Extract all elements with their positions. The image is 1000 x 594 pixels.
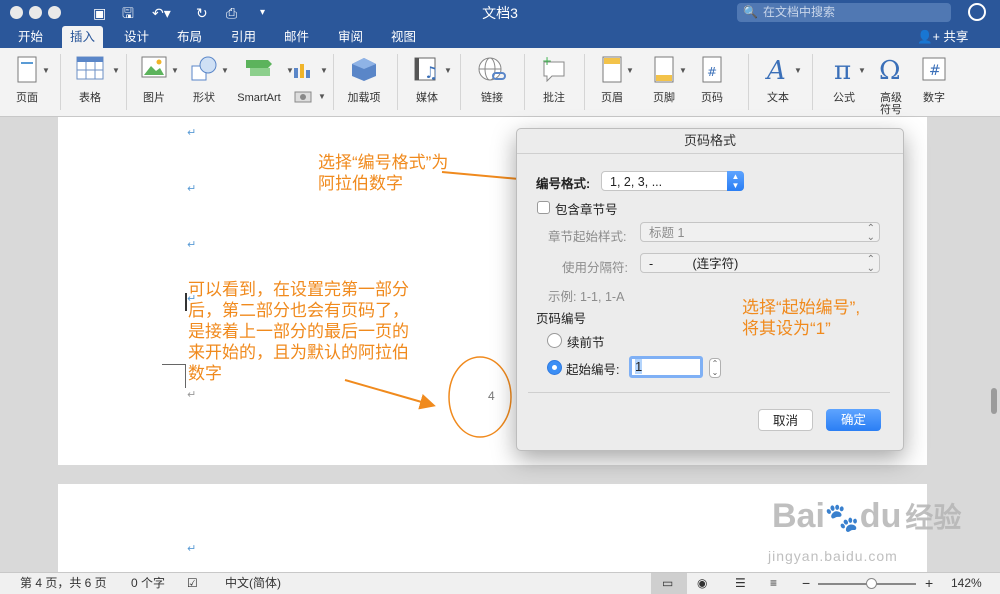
chapter-style-value: 标题 1: [649, 226, 685, 240]
print-layout-icon[interactable]: ▭: [662, 573, 673, 594]
separator-name: (连字符): [692, 257, 739, 271]
web-layout-icon[interactable]: ◉: [697, 573, 707, 594]
annotation-line: 将其设为“1”: [742, 319, 831, 338]
zoom-out-icon[interactable]: −: [802, 573, 810, 594]
start-at-input[interactable]: 1: [629, 356, 703, 378]
annotation-line: 选择“起始编号”,: [742, 298, 861, 317]
number-format-label: 编号格式:: [536, 177, 591, 191]
draft-view-icon[interactable]: ≡: [770, 573, 777, 594]
outline-view-icon[interactable]: ☰: [735, 573, 746, 594]
up-down-chevron-icon: ⌃ ⌄: [866, 223, 875, 243]
annotation-start-at: 选择“起始编号”, 将其设为“1”: [742, 297, 860, 339]
start-at-radio[interactable]: [547, 360, 562, 375]
annotation-line: 是接着上一部分的最后一页的: [188, 322, 409, 341]
up-down-chevron-icon: ⌃ ⌄: [866, 254, 875, 274]
word-count[interactable]: 0 个字: [131, 573, 165, 594]
chapter-style-label: 章节起始样式:: [548, 230, 627, 244]
dialog-divider: [528, 392, 890, 393]
annotation-line: 来开始的，且为默认的阿拉伯: [188, 343, 409, 362]
dialog-title: 页码格式: [517, 129, 903, 154]
paw-icon: 🐾: [824, 502, 860, 533]
ok-button[interactable]: 确定: [826, 409, 881, 431]
number-format-select[interactable]: 1, 2, 3, ... ▲ ▼: [601, 171, 744, 191]
watermark-brand: Bai: [772, 497, 825, 535]
annotation-line: 选择“编号格式”为: [318, 153, 449, 172]
start-at-label: 起始编号:: [566, 363, 620, 377]
zoom-slider-handle[interactable]: [866, 578, 877, 589]
language[interactable]: 中文(简体): [225, 573, 281, 594]
separator-symbol: -: [649, 257, 654, 271]
zoom-in-icon[interactable]: +: [925, 573, 933, 594]
example-text: 示例: 1-1, 1-A: [548, 290, 625, 304]
number-format-value: 1, 2, 3, ...: [610, 175, 663, 189]
up-down-chevron-icon: ▲ ▼: [727, 171, 744, 191]
chapter-style-select[interactable]: 标题 1 ⌃ ⌄: [640, 222, 880, 243]
cancel-button[interactable]: 取消: [758, 409, 813, 431]
watermark-brand2: du: [859, 497, 902, 535]
baidu-watermark: Bai🐾du 经验: [772, 496, 961, 536]
watermark-url: jingyan.baidu.com: [768, 548, 898, 564]
include-chapter-label: 包含章节号: [555, 203, 618, 217]
annotation-line: 可以看到，在设置完第一部分: [188, 280, 409, 299]
include-chapter-checkbox[interactable]: [537, 201, 550, 214]
watermark-cn: 经验: [905, 502, 962, 533]
page-numbering-label: 页码编号: [536, 312, 587, 326]
page-number-circle: [448, 356, 512, 438]
continue-radio[interactable]: [547, 333, 562, 348]
annotation-line: 阿拉伯数字: [318, 174, 403, 193]
separator-select[interactable]: - (连字符) ⌃ ⌄: [640, 253, 880, 274]
page-info[interactable]: 第 4 页，共 6 页: [20, 573, 107, 594]
status-bar: 第 4 页，共 6 页 0 个字 ☑ 中文(简体) ▭ ◉ ☰ ≡ − + 14…: [0, 572, 1000, 594]
annotation-number-format: 选择“编号格式”为 阿拉伯数字: [318, 152, 448, 194]
proofing-icon[interactable]: ☑: [187, 573, 198, 594]
start-at-value: 1: [635, 359, 643, 374]
zoom-level[interactable]: 142%: [951, 573, 982, 594]
annotation-line: 数字: [188, 364, 222, 383]
separator-label: 使用分隔符:: [562, 261, 628, 275]
continue-label: 续前节: [567, 336, 605, 350]
annotation-explanation: 可以看到，在设置完第一部分 后，第二部分也会有页码了， 是接着上一部分的最后一页…: [188, 279, 409, 384]
start-at-stepper[interactable]: ⌃ ⌄: [709, 358, 721, 378]
annotation-line: 后，第二部分也会有页码了，: [188, 301, 409, 320]
